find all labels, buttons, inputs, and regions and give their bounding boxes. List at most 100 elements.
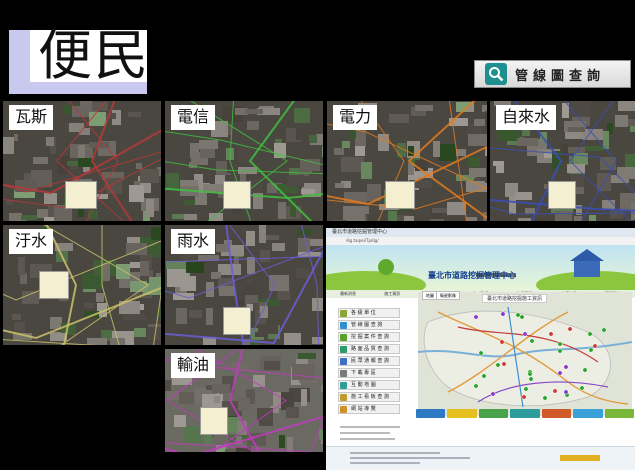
taipei-map[interactable] bbox=[418, 292, 632, 416]
sewage-pipeline-map-tile[interactable]: 汙水 bbox=[3, 225, 161, 345]
info-popup bbox=[65, 181, 97, 209]
gas-pipeline-map-tile[interactable]: 瓦斯 bbox=[3, 101, 161, 221]
nav-item[interactable]: 最新消息 bbox=[340, 290, 356, 298]
menu-item-label: 管 線 圖 查 詢 bbox=[351, 321, 383, 328]
map-pin-icon[interactable] bbox=[601, 327, 607, 333]
site-stats bbox=[340, 424, 410, 444]
info-popup bbox=[385, 181, 415, 209]
info-popup bbox=[39, 271, 69, 299]
telecom-pipeline-map-tile[interactable]: 電信 bbox=[165, 101, 323, 221]
map-pin-icon[interactable] bbox=[481, 373, 487, 379]
info-popup bbox=[223, 181, 251, 209]
map-pin-icon[interactable] bbox=[473, 314, 479, 320]
menu-item-label: 各 級 單 位 bbox=[351, 309, 376, 316]
pipeline-query-button[interactable]: 管線圖查詢 bbox=[474, 60, 631, 88]
map-pin-icon[interactable] bbox=[522, 331, 528, 337]
site-title: 臺北市道路挖掘管理中心 bbox=[428, 271, 516, 280]
tile-label-sewage: 汙水 bbox=[9, 229, 54, 254]
menu-item-icon bbox=[340, 345, 347, 353]
menu-item-icon bbox=[340, 309, 347, 317]
water-pipeline-map-tile[interactable]: 自來水 bbox=[490, 101, 635, 221]
map-pin-icon[interactable] bbox=[563, 364, 569, 370]
map-pin-icon[interactable] bbox=[473, 383, 479, 389]
map-pin-icon[interactable] bbox=[582, 367, 588, 373]
map-pin-icon[interactable] bbox=[567, 326, 573, 332]
map-pin-icon[interactable] bbox=[478, 350, 484, 356]
map-pin-icon[interactable] bbox=[495, 362, 501, 368]
map-pin-icon[interactable] bbox=[557, 348, 563, 354]
menu-item-label: 民 眾 通 報 查 詢 bbox=[351, 357, 389, 364]
map-pin-icon[interactable] bbox=[519, 314, 525, 320]
banner-scenery-icon bbox=[326, 249, 635, 290]
info-popup bbox=[223, 307, 251, 335]
map-pin-icon[interactable] bbox=[557, 370, 563, 376]
map-panel-title: 臺北市道路挖掘施工資訊 bbox=[482, 294, 548, 303]
map-pin-icon[interactable] bbox=[563, 389, 569, 395]
map-pin-icon[interactable] bbox=[500, 311, 506, 317]
link-button[interactable] bbox=[604, 409, 634, 418]
menu-item-label: 網 站 導 覽 bbox=[351, 405, 376, 412]
browser-window-screenshot: 臺北市道路挖掘管理中心 dig.taipei/Tpdig/ 臺北市道路挖掘管理中… bbox=[326, 228, 635, 470]
link-button[interactable] bbox=[416, 409, 446, 418]
map-tab-satellite[interactable]: 衛星影像 bbox=[436, 291, 460, 300]
link-button[interactable] bbox=[573, 409, 603, 418]
menu-item-label: 挖 掘 案 件 查 詢 bbox=[351, 333, 389, 340]
map-pin-icon[interactable] bbox=[542, 395, 548, 401]
map-pin-icon[interactable] bbox=[592, 343, 598, 349]
tile-label-water: 自來水 bbox=[496, 105, 557, 130]
nav-item[interactable]: 施工資訊 bbox=[384, 290, 400, 298]
link-button[interactable] bbox=[478, 409, 509, 418]
map-pin-icon[interactable] bbox=[557, 341, 563, 347]
menu-item-label: 路 面 品 質 查 詢 bbox=[351, 345, 389, 352]
oil-pipeline-map-tile[interactable]: 輸油 bbox=[165, 349, 323, 452]
side-menu-item[interactable]: 網 站 導 覽 bbox=[338, 404, 400, 414]
site-map-panel[interactable]: 地圖 衛星影像 臺北市道路挖掘施工資訊 bbox=[418, 291, 632, 416]
side-menu-item[interactable]: 民 眾 通 報 查 詢 bbox=[338, 356, 400, 366]
browser-tab[interactable]: 臺北市道路挖掘管理中心 bbox=[326, 228, 635, 237]
map-pin-icon[interactable] bbox=[528, 376, 534, 382]
map-pin-icon[interactable] bbox=[499, 339, 505, 345]
rainwater-pipeline-map-tile[interactable]: 雨水 bbox=[165, 225, 323, 345]
map-pin-icon[interactable] bbox=[490, 391, 496, 397]
tile-label-rainwater: 雨水 bbox=[171, 229, 216, 254]
link-button[interactable] bbox=[510, 409, 540, 418]
side-menu-item[interactable]: 各 級 單 位 bbox=[338, 308, 400, 318]
tile-label-oil: 輸油 bbox=[171, 353, 216, 378]
side-menu-item[interactable]: 施 工 看 板 查 詢 bbox=[338, 392, 400, 402]
map-pin-icon[interactable] bbox=[527, 371, 533, 377]
tile-label-power: 電力 bbox=[333, 105, 378, 130]
side-menu-item[interactable]: 路 面 品 質 查 詢 bbox=[338, 344, 400, 354]
link-button[interactable] bbox=[447, 409, 477, 418]
map-pin-icon[interactable] bbox=[579, 385, 585, 391]
menu-item-icon bbox=[340, 357, 347, 365]
menu-item-icon bbox=[340, 405, 347, 413]
menu-item-icon bbox=[340, 381, 347, 389]
side-menu-item[interactable]: 管 線 圖 查 詢 bbox=[338, 320, 400, 330]
menu-item-label: 下 載 專 區 bbox=[351, 369, 376, 376]
info-popup bbox=[200, 407, 228, 435]
info-popup bbox=[548, 181, 576, 209]
map-pin-icon[interactable] bbox=[523, 386, 529, 392]
menu-item-label: 互 動 地 圖 bbox=[351, 381, 376, 388]
side-menu-item[interactable]: 互 動 地 圖 bbox=[338, 380, 400, 390]
map-pin-icon[interactable] bbox=[548, 331, 554, 337]
pipeline-query-label: 管線圖查詢 bbox=[515, 68, 606, 84]
map-pin-icon[interactable] bbox=[515, 312, 521, 318]
map-pin-icon[interactable] bbox=[552, 388, 558, 394]
footer-lines-icon bbox=[350, 452, 600, 464]
side-menu-item[interactable]: 下 載 專 區 bbox=[338, 368, 400, 378]
map-pin-icon[interactable] bbox=[587, 331, 593, 337]
map-pin-icon[interactable] bbox=[521, 394, 527, 400]
tile-label-telecom: 電信 bbox=[171, 105, 216, 130]
menu-item-icon bbox=[340, 333, 347, 341]
link-button[interactable] bbox=[541, 409, 572, 418]
search-icon bbox=[485, 63, 507, 85]
side-menu-item[interactable]: 挖 掘 案 件 查 詢 bbox=[338, 332, 400, 342]
map-pin-icon[interactable] bbox=[501, 361, 507, 367]
map-pin-icon[interactable] bbox=[588, 347, 594, 353]
menu-item-icon bbox=[340, 393, 347, 401]
site-side-menu: 各 級 單 位管 線 圖 查 詢挖 掘 案 件 查 詢路 面 品 質 查 詢民 … bbox=[338, 308, 400, 416]
map-pin-icon[interactable] bbox=[529, 338, 535, 344]
site-link-buttons bbox=[416, 409, 634, 419]
power-pipeline-map-tile[interactable]: 電力 bbox=[327, 101, 487, 221]
